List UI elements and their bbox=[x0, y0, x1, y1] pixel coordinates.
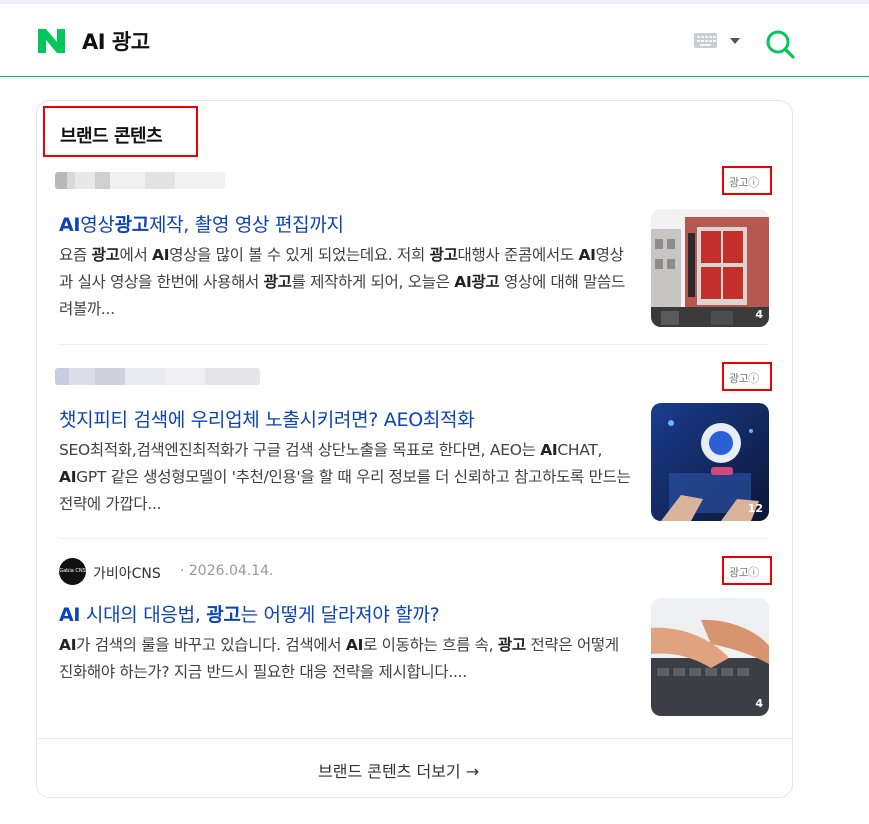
chevron-down-icon[interactable] bbox=[730, 38, 740, 44]
divider bbox=[59, 538, 769, 539]
keyword-highlight: AI bbox=[578, 246, 596, 264]
keyword-highlight: AI bbox=[59, 636, 77, 654]
text-run: 영상을 많이 볼 수 있게 되었는데요. 저희 bbox=[169, 246, 430, 264]
section-title-box: 브랜드 콘텐츠 bbox=[43, 106, 198, 157]
ad-label-box[interactable]: 광고ⓘ bbox=[722, 166, 772, 195]
more-label: 브랜드 콘텐츠 더보기 bbox=[318, 762, 461, 781]
keyboard-typing-image bbox=[651, 598, 769, 716]
text-run: 제작, 촬영 영상 편집까지 bbox=[148, 214, 344, 236]
keyword-highlight: AI bbox=[540, 441, 558, 459]
keyword-highlight: AI bbox=[59, 468, 77, 486]
keyword-highlight: AI bbox=[59, 214, 81, 236]
text-run: 에서 bbox=[119, 246, 153, 264]
text-run: 영상 bbox=[80, 214, 115, 236]
text-run: 대행사 준콤에서도 bbox=[457, 246, 579, 264]
divider bbox=[59, 344, 769, 345]
item-thumbnail[interactable]: 4 bbox=[651, 598, 769, 716]
text-run: CHAT, bbox=[557, 441, 603, 459]
item-thumbnail[interactable]: 4 bbox=[651, 209, 769, 327]
item-description[interactable]: AI가 검색의 룰을 바꾸고 있습니다. 검색에서 AI로 이동하는 흐름 속,… bbox=[59, 632, 633, 686]
text-run: 로 이동하는 흐름 속, bbox=[363, 636, 498, 654]
image-count: 4 bbox=[755, 308, 763, 321]
source-name[interactable]: 가비아CNS bbox=[93, 563, 161, 583]
keyword-highlight: AI bbox=[152, 246, 170, 264]
text-run: 시대의 대응법, bbox=[80, 604, 207, 626]
image-count: 4 bbox=[755, 697, 763, 710]
source-avatar[interactable]: Gabia CNS bbox=[59, 558, 86, 585]
ad-label: 광고ⓘ bbox=[729, 176, 759, 189]
search-header: AI 광고 bbox=[0, 4, 869, 77]
search-icon[interactable] bbox=[764, 28, 796, 60]
item-title[interactable]: AI 시대의 대응법, 광고는 어떻게 달라져야 할까? bbox=[59, 600, 440, 627]
keyword-highlight: 광고 bbox=[114, 214, 150, 236]
item-thumbnail[interactable]: 12 bbox=[651, 403, 769, 521]
text-run: 가 검색의 룰을 바꾸고 있습니다. 검색에서 bbox=[76, 636, 346, 654]
keyword-highlight: 광고 bbox=[91, 246, 120, 264]
text-run: 챗지피티 검색에 우리업체 노출시키려면? AEO최적화 bbox=[59, 409, 475, 431]
keyword-highlight: AI광고 bbox=[454, 273, 500, 291]
item-title[interactable]: 챗지피티 검색에 우리업체 노출시키려면? AEO최적화 bbox=[59, 405, 475, 432]
keyword-highlight: 광고 bbox=[263, 273, 292, 291]
blurred-source bbox=[55, 172, 225, 189]
item-title[interactable]: AI영상광고제작, 촬영 영상 편집까지 bbox=[59, 210, 344, 237]
item-description[interactable]: SEO최적화,검색엔진최적화가 구글 검색 상단노출을 목표로 한다면, AEO… bbox=[59, 437, 633, 518]
keyword-highlight: 광고 bbox=[497, 636, 526, 654]
keyword-highlight: 광고 bbox=[429, 246, 458, 264]
ad-label: 광고ⓘ bbox=[729, 566, 759, 579]
text-run: 를 제작하게 되어, 오늘은 bbox=[291, 273, 455, 291]
keyword-highlight: 광고 bbox=[206, 604, 241, 626]
section-title: 브랜드 콘텐츠 bbox=[60, 126, 163, 147]
text-run: SEO최적화,검색엔진최적화가 구글 검색 상단노출을 목표로 한다면, AEO… bbox=[59, 441, 541, 459]
image-count: 12 bbox=[747, 502, 763, 515]
item-description[interactable]: 요즘 광고에서 AI영상을 많이 볼 수 있게 되었는데요. 저희 광고대행사 … bbox=[59, 242, 633, 323]
search-query[interactable]: AI 광고 bbox=[82, 26, 150, 56]
text-run: GPT 같은 생성형모델이 '추천/인용'을 할 때 우리 정보를 더 신뢰하고… bbox=[59, 468, 631, 513]
blurred-source bbox=[55, 368, 260, 385]
ad-label-box[interactable]: 광고ⓘ bbox=[722, 556, 772, 585]
source-date: · 2026.04.14. bbox=[180, 563, 274, 579]
footer-divider bbox=[36, 738, 793, 739]
more-brand-content-link[interactable]: 브랜드 콘텐츠 더보기 → bbox=[318, 758, 479, 782]
text-run: 는 어떻게 달라져야 할까? bbox=[240, 604, 440, 626]
ad-label: 광고ⓘ bbox=[729, 372, 759, 385]
keyword-highlight: AI bbox=[345, 636, 364, 654]
arrow-right-icon: → bbox=[465, 762, 480, 781]
keyword-highlight: AI bbox=[59, 604, 81, 626]
naver-logo-icon[interactable] bbox=[38, 29, 65, 53]
ad-label-box[interactable]: 광고ⓘ bbox=[722, 362, 772, 391]
keyboard-icon[interactable] bbox=[694, 33, 717, 48]
text-run: 요즘 bbox=[59, 246, 92, 264]
building-image bbox=[651, 209, 769, 327]
